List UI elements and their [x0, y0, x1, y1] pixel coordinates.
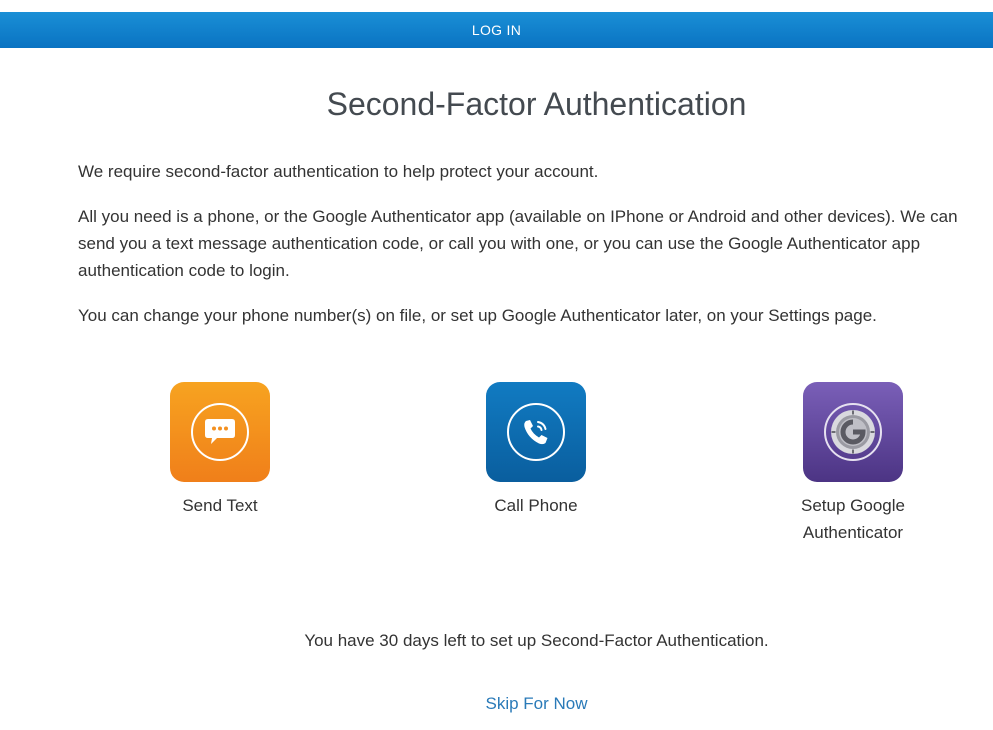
send-text-button[interactable] [170, 382, 270, 482]
call-phone-button[interactable] [486, 382, 586, 482]
call-phone-label[interactable]: Call Phone [436, 492, 636, 519]
google-authenticator-icon [824, 403, 882, 461]
send-text-option[interactable]: Send Text [120, 382, 320, 519]
intro-paragraph-2: All you need is a phone, or the Google A… [78, 207, 958, 280]
google-authenticator-label[interactable]: Setup Google Authenticator [753, 492, 953, 546]
call-phone-option[interactable]: Call Phone [436, 382, 636, 519]
skip-for-now-link[interactable]: Skip For Now [0, 692, 993, 716]
phone-icon [507, 403, 565, 461]
chat-bubble-icon [191, 403, 249, 461]
auth-options: Send Text Call Phone Setup Google Authen… [0, 382, 993, 552]
intro-paragraph-1: We require second-factor authentication … [78, 162, 599, 181]
intro-text: We require second-factor authentication … [78, 158, 988, 347]
days-left-notice: You have 30 days left to set up Second-F… [304, 631, 769, 650]
google-authenticator-option[interactable]: Setup Google Authenticator [753, 382, 953, 546]
top-bar: LOG IN [0, 12, 993, 48]
intro-paragraph-3: You can change your phone number(s) on f… [78, 306, 877, 325]
page-title: Second-Factor Authentication [326, 86, 747, 122]
google-authenticator-button[interactable] [803, 382, 903, 482]
login-link[interactable]: LOG IN [472, 22, 521, 38]
send-text-label[interactable]: Send Text [120, 492, 320, 519]
